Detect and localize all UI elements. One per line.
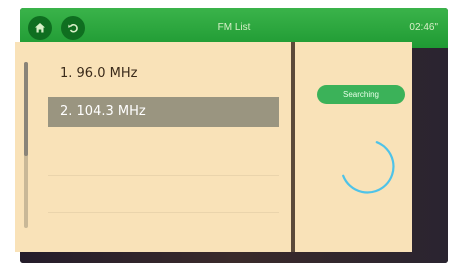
scrollbar-thumb[interactable] <box>24 62 28 156</box>
clock-display: 02:46" <box>409 22 438 33</box>
searching-badge: Searching <box>317 85 405 104</box>
station-item-selected[interactable]: 2. 104.3 MHz <box>48 97 279 127</box>
station-list-panel: 1. 96.0 MHz 2. 104.3 MHz <box>15 42 291 252</box>
station-item[interactable]: 1. 96.0 MHz <box>48 59 279 89</box>
list-divider <box>48 175 279 176</box>
search-status-panel: Searching <box>295 42 412 252</box>
scrollbar[interactable] <box>24 62 28 228</box>
list-divider <box>48 212 279 213</box>
loading-spinner-icon <box>342 141 395 194</box>
